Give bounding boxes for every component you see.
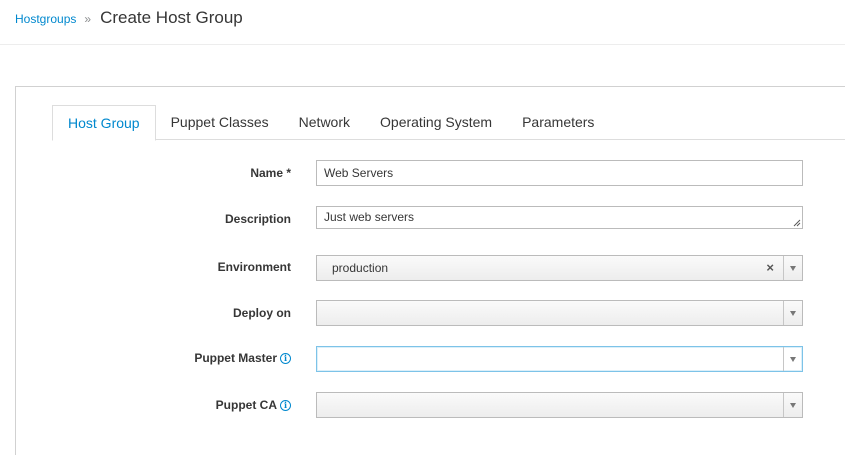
description-textarea[interactable]: Just web servers (316, 206, 803, 229)
puppet-master-label-text: Puppet Master (194, 351, 277, 365)
breadcrumb-separator: » (84, 12, 92, 26)
tab-operating-system[interactable]: Operating System (365, 105, 507, 140)
description-textarea-value: Just web servers (324, 210, 415, 224)
puppet-ca-label: Puppet CA i (216, 398, 291, 412)
breadcrumb-hostgroups-link[interactable]: Hostgroups (15, 12, 76, 26)
name-label: Name * (250, 166, 291, 180)
deploy-on-select[interactable] (316, 300, 803, 326)
name-input[interactable]: Web Servers (316, 160, 803, 186)
puppet-master-label: Puppet Master i (194, 351, 291, 365)
environment-select-value: production (332, 261, 389, 275)
info-circle-icon[interactable]: i (280, 352, 291, 364)
puppet-master-select[interactable] (316, 346, 803, 372)
page-header: Hostgroups » Create Host Group (0, 0, 845, 45)
puppet-ca-select[interactable] (316, 392, 803, 418)
close-icon[interactable]: × (766, 261, 774, 275)
resize-grip-icon[interactable] (793, 219, 801, 227)
tab-network[interactable]: Network (284, 105, 365, 140)
environment-label: Environment (217, 260, 291, 274)
caret-down-icon[interactable] (783, 256, 802, 280)
page-title: Create Host Group (100, 8, 243, 27)
name-input-value: Web Servers (324, 166, 394, 180)
tab-bar: Host Group Puppet Classes Network Operat… (52, 105, 845, 141)
info-circle-icon[interactable]: i (280, 399, 291, 411)
tab-puppet-classes[interactable]: Puppet Classes (156, 105, 284, 140)
description-label: Description (224, 212, 291, 226)
caret-down-icon[interactable] (783, 301, 802, 325)
caret-down-icon[interactable] (783, 347, 802, 371)
caret-down-icon[interactable] (783, 393, 802, 417)
tab-parameters[interactable]: Parameters (507, 105, 609, 140)
breadcrumb: Hostgroups » Create Host Group (15, 8, 243, 28)
puppet-ca-label-text: Puppet CA (215, 398, 277, 412)
tab-host-group[interactable]: Host Group (52, 105, 156, 141)
deploy-on-label: Deploy on (232, 306, 291, 320)
environment-select[interactable]: production × (316, 255, 803, 281)
